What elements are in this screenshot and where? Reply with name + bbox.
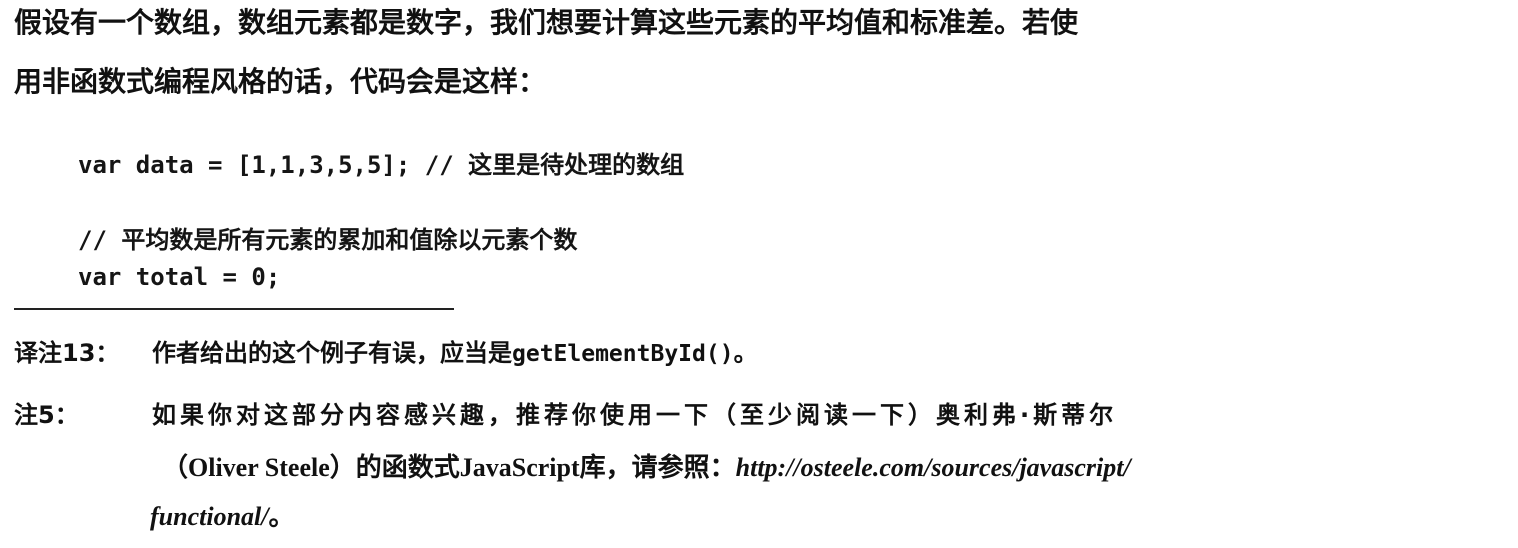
footnote-13-label: 译注13： bbox=[14, 339, 120, 367]
footnote-5-line-2-text: （Oliver Steele）的函数式JavaScript库，请参照： bbox=[162, 453, 736, 482]
footnote-13-text-before: 作者给出的这个例子有误，应当是 bbox=[152, 339, 512, 367]
footnote-divider bbox=[14, 308, 454, 310]
footnote-5-line-1: 如果你对这部分内容感兴趣，推荐你使用一下（至少阅读一下）奥利弗·斯蒂尔 bbox=[152, 401, 1118, 429]
code-line-data-array: var data = [1,1,3,5,5]; // 这里是待处理的数组 bbox=[78, 151, 685, 179]
body-text-line-1: 假设有一个数组，数组元素都是数字，我们想要计算这些元素的平均值和标准差。若使 bbox=[14, 6, 1079, 39]
footnote-5-line-2: （Oliver Steele）的函数式JavaScript库，请参照：http:… bbox=[162, 452, 1131, 484]
code-line-total: var total = 0; bbox=[78, 263, 281, 291]
footnote-5-line-3-text: 。 bbox=[268, 502, 295, 531]
footnote-13-text: 作者给出的这个例子有误，应当是getElementById()。 bbox=[152, 337, 758, 370]
footnote-13-text-after: 。 bbox=[733, 339, 758, 367]
body-text-line-2: 用非函数式编程风格的话，代码会是这样： bbox=[14, 65, 547, 98]
footnote-5-line-3: functional/。 bbox=[150, 501, 295, 533]
footnote-5-url-part-2[interactable]: functional/ bbox=[150, 502, 268, 531]
footnote-5-url-part-1[interactable]: http://osteele.com/sources/javascript/ bbox=[736, 453, 1131, 482]
code-comment-average: // 平均数是所有元素的累加和值除以元素个数 bbox=[78, 226, 578, 254]
book-page: 假设有一个数组，数组元素都是数字，我们想要计算这些元素的平均值和标准差。若使 用… bbox=[0, 0, 1518, 548]
footnote-13-code: getElementById() bbox=[512, 341, 734, 367]
footnote-5-label: 注5： bbox=[14, 401, 79, 429]
